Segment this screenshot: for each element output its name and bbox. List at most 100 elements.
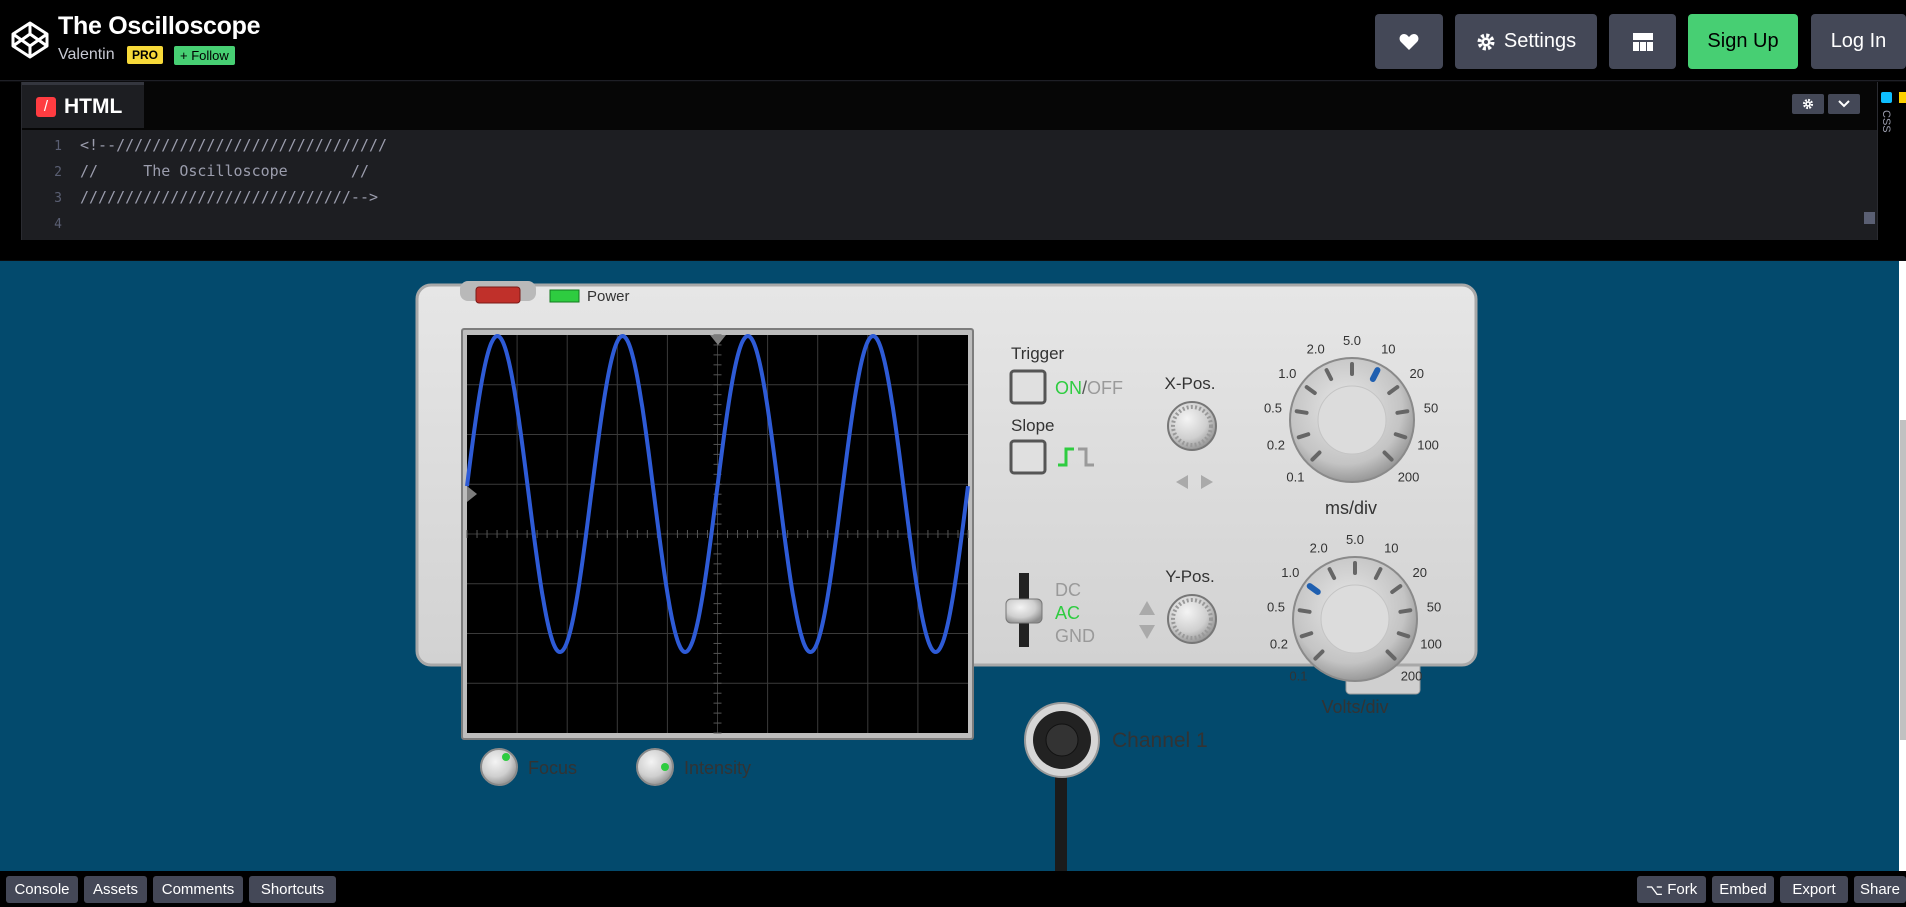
trigger-label: Trigger — [1011, 344, 1065, 363]
html-icon: / — [36, 96, 56, 117]
dial-scale-label: 2.0 — [1310, 541, 1328, 556]
dial-scale-label: 2.0 — [1307, 342, 1325, 357]
layout-icon — [1632, 32, 1653, 51]
xpos-label: X-Pos. — [1164, 374, 1215, 393]
code-editor[interactable]: 1 <!--////////////////////////////// 2// … — [22, 130, 1877, 240]
dial-tick — [1398, 608, 1413, 614]
dial-scale-label: 10 — [1381, 342, 1395, 357]
trigger-state: ON/OFF — [1055, 378, 1123, 398]
heart-icon — [1399, 33, 1419, 50]
settings-label: Settings — [1503, 30, 1577, 52]
dial-scale-label: 5.0 — [1346, 532, 1364, 547]
dial-scale-label: 0.5 — [1264, 400, 1282, 415]
editor-resize-gutter[interactable] — [0, 82, 22, 260]
editor-panel: / HTML 1 <!--////////////////////////////… — [0, 82, 1906, 260]
dial-scale-label: 20 — [1412, 565, 1426, 580]
sign-up-button[interactable]: Sign Up — [1688, 14, 1798, 69]
dial-scale-label: 200 — [1401, 669, 1423, 684]
ypos-label: Y-Pos. — [1165, 567, 1214, 586]
chevron-down-icon — [1838, 100, 1850, 108]
editor-settings-button[interactable] — [1792, 94, 1824, 114]
code-line: 2// The Oscilloscope // — [54, 162, 369, 180]
author-name[interactable]: Valentin — [58, 46, 115, 64]
editor-collapse-button[interactable] — [1828, 94, 1860, 114]
volts-unit: Volts/div — [1321, 697, 1388, 717]
dial-tick — [1395, 409, 1410, 415]
share-button[interactable]: Share — [1854, 876, 1906, 903]
preview-frame: Power Focus Intensity Trigger ON/OFF Slo… — [0, 261, 1899, 871]
dial-scale-label: 1.0 — [1281, 565, 1299, 580]
coupling-gnd[interactable]: GND — [1055, 626, 1095, 646]
panel-divider[interactable] — [0, 240, 1906, 260]
dial-tick — [1294, 409, 1309, 415]
change-view-button[interactable] — [1609, 14, 1676, 69]
code-line: 1 <!--////////////////////////////// — [54, 136, 388, 154]
slope-toggle-button[interactable] — [1009, 439, 1047, 475]
settings-button[interactable]: Settings — [1455, 14, 1597, 69]
dial-pointer — [1369, 367, 1381, 383]
dial-scale-label: 0.2 — [1270, 637, 1288, 652]
dial-center — [1317, 385, 1387, 455]
assets-button[interactable]: Assets — [84, 876, 147, 903]
console-button[interactable]: Console — [6, 876, 78, 903]
dial-scale-label: 100 — [1417, 438, 1439, 453]
xpos-knob[interactable] — [1167, 401, 1217, 451]
ypos-knob[interactable] — [1167, 594, 1217, 644]
pen-title[interactable]: The Oscilloscope — [58, 12, 261, 41]
top-bar: The Oscilloscope Valentin PRO + Follow S… — [0, 0, 1906, 81]
like-button[interactable] — [1375, 14, 1443, 69]
channel-1-label: Channel 1 — [1112, 729, 1208, 752]
focus-knob[interactable] — [480, 748, 518, 786]
editor-controls — [1792, 94, 1860, 114]
dial-scale-label: 1.0 — [1278, 366, 1296, 381]
dial-scale-label: 0.1 — [1286, 470, 1304, 485]
plus-icon: + — [180, 48, 192, 63]
js-icon — [1899, 92, 1906, 103]
dial-scale-label: 50 — [1427, 599, 1441, 614]
dial-center — [1320, 584, 1390, 654]
embed-button[interactable]: Embed — [1712, 876, 1774, 903]
dial-scale-label: 200 — [1398, 470, 1420, 485]
shortcuts-button[interactable]: Shortcuts — [249, 876, 336, 903]
power-button[interactable] — [475, 286, 521, 304]
css-tab-label[interactable]: CSS — [1880, 110, 1892, 133]
trigger-toggle-button[interactable] — [1009, 369, 1047, 405]
power-led — [549, 289, 580, 303]
dial-scale-label: 100 — [1420, 637, 1442, 652]
intensity-indicator — [661, 763, 669, 771]
comments-button[interactable]: Comments — [153, 876, 243, 903]
focus-label: Focus — [528, 758, 577, 778]
coupling-ac[interactable]: AC — [1055, 603, 1080, 623]
intensity-label: Intensity — [684, 758, 751, 778]
export-button[interactable]: Export — [1780, 876, 1848, 903]
oscilloscope: Power Focus Intensity Trigger ON/OFF Slo… — [415, 281, 1478, 871]
focus-indicator — [502, 753, 510, 761]
coupling-slider-handle[interactable] — [1005, 598, 1043, 624]
dial-scale-label: 20 — [1409, 366, 1423, 381]
code-line: 4 — [54, 217, 62, 232]
dial-scale-label: 0.5 — [1267, 599, 1285, 614]
dial-scale-label: 10 — [1384, 541, 1398, 556]
css-tab-collapsed[interactable] — [1877, 82, 1906, 260]
dial-scale-label: 5.0 — [1343, 333, 1361, 348]
coupling-dc[interactable]: DC — [1055, 580, 1081, 600]
bottom-bar: Console Assets Comments Shortcuts ⌥ Fork… — [0, 871, 1906, 907]
preview-scrollbar-thumb[interactable] — [1900, 420, 1906, 740]
fork-icon: ⌥ — [1645, 881, 1668, 899]
tab-html[interactable]: / HTML — [22, 82, 144, 128]
gear-icon — [1802, 98, 1814, 110]
log-in-button[interactable]: Log In — [1811, 14, 1906, 69]
pro-badge: PRO — [127, 46, 164, 64]
code-line: 3//////////////////////////////--> — [54, 188, 379, 206]
power-label: Power — [587, 288, 630, 305]
follow-label: Follow — [191, 48, 229, 63]
fork-button[interactable]: ⌥ Fork — [1637, 876, 1706, 903]
dial-scale-label: 0.1 — [1289, 669, 1307, 684]
dial-scale-label: 0.2 — [1267, 438, 1285, 453]
follow-button[interactable]: + Follow — [174, 46, 235, 65]
gear-icon — [1477, 33, 1495, 50]
dial-tick — [1297, 608, 1312, 614]
slope-label: Slope — [1011, 416, 1054, 435]
editor-scrollbar[interactable] — [1864, 212, 1875, 224]
codepen-logo-icon[interactable] — [10, 20, 50, 60]
